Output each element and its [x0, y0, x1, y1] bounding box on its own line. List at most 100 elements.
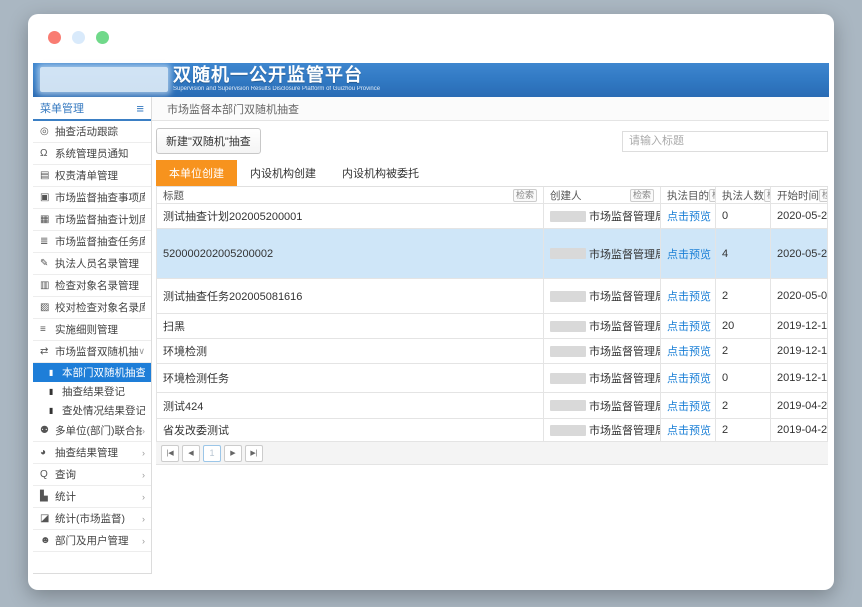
sidebar-item-统计(市场监督)[interactable]: ◪统计(市场监督)› [33, 508, 151, 530]
sidebar-item-label: 执法人员名录管理 [55, 256, 145, 271]
tab-内设机构被委托[interactable]: 内设机构被委托 [329, 160, 432, 186]
tool-icon: ✎ [40, 258, 55, 269]
tab-内设机构创建[interactable]: 内设机构创建 [237, 160, 329, 186]
next-page-button[interactable]: ▶ [224, 445, 242, 462]
cell-creator: 市场监督管理局 [544, 229, 661, 278]
last-page-button[interactable]: ▶| [245, 445, 263, 462]
blurred-creator-prefix [550, 211, 586, 222]
file-icon: ▮ [49, 387, 62, 396]
table-row[interactable]: 测试抽查计划202005200001市场监督管理局点击预览02020-05-20 [157, 204, 827, 229]
preview-link[interactable]: 点击预览 [667, 398, 711, 414]
sidebar-item-执法人员名录管理[interactable]: ✎执法人员名录管理 [33, 253, 151, 275]
sidebar-item-label: 统计 [55, 489, 142, 504]
cell-purpose: 点击预览 [661, 314, 716, 338]
filter-badge[interactable]: 检索 [513, 189, 537, 202]
title-search-input[interactable] [622, 131, 828, 152]
creator-name: 市场监督管理局 [589, 318, 661, 334]
column-header-标题: 标题 检索 [157, 187, 544, 203]
sidebar-item-实施细则管理[interactable]: ≡实施细则管理 [33, 319, 151, 341]
tab-本单位创建[interactable]: 本单位创建 [156, 160, 237, 186]
sidebar-item-查处情况结果登记[interactable]: ▮查处情况结果登记 [33, 401, 151, 420]
sidebar-item-抽查活动跟踪[interactable]: ◎抽查活动跟踪 [33, 121, 151, 143]
chevron-right-icon: › [142, 426, 145, 436]
sidebar-item-本部门双随机抽查[interactable]: ▮本部门双随机抽查 [33, 363, 151, 382]
preview-link[interactable]: 点击预览 [667, 318, 711, 334]
table-row[interactable]: 测试抽查任务202005081616市场监督管理局点击预览22020-05-08 [157, 279, 827, 314]
table-row[interactable]: 520000202005200002市场监督管理局点击预览42020-05-20 [157, 229, 827, 279]
cell-start-date: 2019-12-12 [771, 314, 827, 338]
table-header-row: 标题检索创建人检索执法目的检索执法人数检索开始时间检索 [157, 187, 827, 204]
cell-creator: 市场监督管理局 [544, 364, 661, 392]
cell-start-date: 2020-05-08 [771, 279, 827, 313]
table-row[interactable]: 省发改委测试市场监督管理局点击预览22019-04-22 [157, 419, 827, 442]
blurred-creator-prefix [550, 248, 586, 259]
first-page-button[interactable]: |◀ [161, 445, 179, 462]
preview-link[interactable]: 点击预览 [667, 422, 711, 438]
preview-link[interactable]: 点击预览 [667, 343, 711, 359]
preview-link[interactable]: 点击预览 [667, 208, 711, 224]
cell-title: 省发改委测试 [157, 419, 544, 441]
blurred-logo-area [40, 67, 168, 92]
sidebar-item-校对检查对象名录库[interactable]: ▨校对检查对象名录库 [33, 297, 151, 319]
sidebar: 菜单管理 ≡ ◎抽查活动跟踪Ω系统管理员通知▤权责清单管理▣市场监督抽查事项库▦… [33, 97, 152, 574]
cell-purpose: 点击预览 [661, 204, 716, 228]
sidebar-header-label: 菜单管理 [40, 100, 84, 116]
cell-title: 测试424 [157, 393, 544, 418]
chevron-right-icon: › [142, 448, 145, 458]
column-header-label: 执法人数 [722, 188, 764, 203]
sidebar-item-市场监督抽查计划库[interactable]: ▦市场监督抽查计划库 [33, 209, 151, 231]
minimize-button[interactable] [72, 31, 85, 44]
filter-badge[interactable]: 检索 [709, 189, 716, 202]
sidebar-item-抽查结果管理[interactable]: ◕抽查结果管理› [33, 442, 151, 464]
task-list-icon: ≣ [40, 236, 55, 247]
sidebar-item-部门及用户管理[interactable]: ☻部门及用户管理› [33, 530, 151, 552]
cell-creator: 市场监督管理局 [544, 339, 661, 363]
column-header-label: 标题 [163, 188, 184, 203]
sidebar-item-多单位(部门)联合抽查[interactable]: ⚉多单位(部门)联合抽查› [33, 420, 151, 442]
sidebar-item-市场监督抽查任务库[interactable]: ≣市场监督抽查任务库 [33, 231, 151, 253]
filter-badge[interactable]: 检索 [764, 189, 771, 202]
new-double-random-button[interactable]: 新建"双随机"抽查 [156, 128, 261, 154]
proofread-icon: ▨ [40, 302, 55, 313]
column-header-创建人: 创建人检索 [544, 187, 661, 203]
cell-start-date: 2020-05-20 [771, 229, 827, 278]
results-table: 标题检索创建人检索执法目的检索执法人数检索开始时间检索 测试抽查计划202005… [156, 187, 828, 442]
bell-icon: Ω [40, 148, 55, 159]
filter-badge[interactable]: 检索 [630, 189, 654, 202]
sidebar-item-系统管理员通知[interactable]: Ω系统管理员通知 [33, 143, 151, 165]
sidebar-item-市场监督抽查事项库[interactable]: ▣市场监督抽查事项库 [33, 187, 151, 209]
file-icon: ▮ [49, 368, 62, 377]
content-area: 新建"双随机"抽查 本单位创建内设机构创建内设机构被委托 标题检索创建人检索执法… [152, 121, 829, 574]
search-icon: Q [40, 469, 55, 480]
preview-link[interactable]: 点击预览 [667, 288, 711, 304]
sidebar-item-抽查结果登记[interactable]: ▮抽查结果登记 [33, 382, 151, 401]
sidebar-item-统计[interactable]: ▙统计› [33, 486, 151, 508]
cell-start-date: 2019-04-22 [771, 419, 827, 441]
table-row[interactable]: 环境检测市场监督管理局点击预览22019-12-11 [157, 339, 827, 364]
cell-purpose: 点击预览 [661, 364, 716, 392]
sidebar-item-权责清单管理[interactable]: ▤权责清单管理 [33, 165, 151, 187]
previous-page-button[interactable]: ◀ [182, 445, 200, 462]
current-page-button[interactable]: 1 [203, 445, 221, 462]
hamburger-icon[interactable]: ≡ [136, 102, 144, 115]
table-row[interactable]: 扫黑市场监督管理局点击预览202019-12-12 [157, 314, 827, 339]
sidebar-item-检查对象名录管理[interactable]: ▥检查对象名录管理 [33, 275, 151, 297]
table-row[interactable]: 环境检测任务市场监督管理局点击预览02019-12-11 [157, 364, 827, 393]
table-row[interactable]: 测试424市场监督管理局点击预览22019-04-24 [157, 393, 827, 419]
sidebar-item-查询[interactable]: Q查询› [33, 464, 151, 486]
user-icon: ☻ [40, 535, 55, 546]
zoom-button[interactable] [96, 31, 109, 44]
sidebar-item-市场监督双随机抽查[interactable]: ⇄市场监督双随机抽查∨ [33, 341, 151, 363]
cell-officers: 2 [716, 339, 771, 363]
column-header-执法目的: 执法目的检索 [661, 187, 716, 203]
pie-chart-icon: ◕ [40, 447, 55, 458]
close-button[interactable] [48, 31, 61, 44]
roster-icon: ▥ [40, 280, 55, 291]
chevron-right-icon: › [142, 536, 145, 546]
preview-link[interactable]: 点击预览 [667, 246, 711, 262]
filter-badge[interactable]: 检索 [819, 189, 827, 202]
creator-name: 市场监督管理局 [589, 208, 661, 224]
preview-link[interactable]: 点击预览 [667, 370, 711, 386]
cell-purpose: 点击预览 [661, 393, 716, 418]
cell-purpose: 点击预览 [661, 229, 716, 278]
